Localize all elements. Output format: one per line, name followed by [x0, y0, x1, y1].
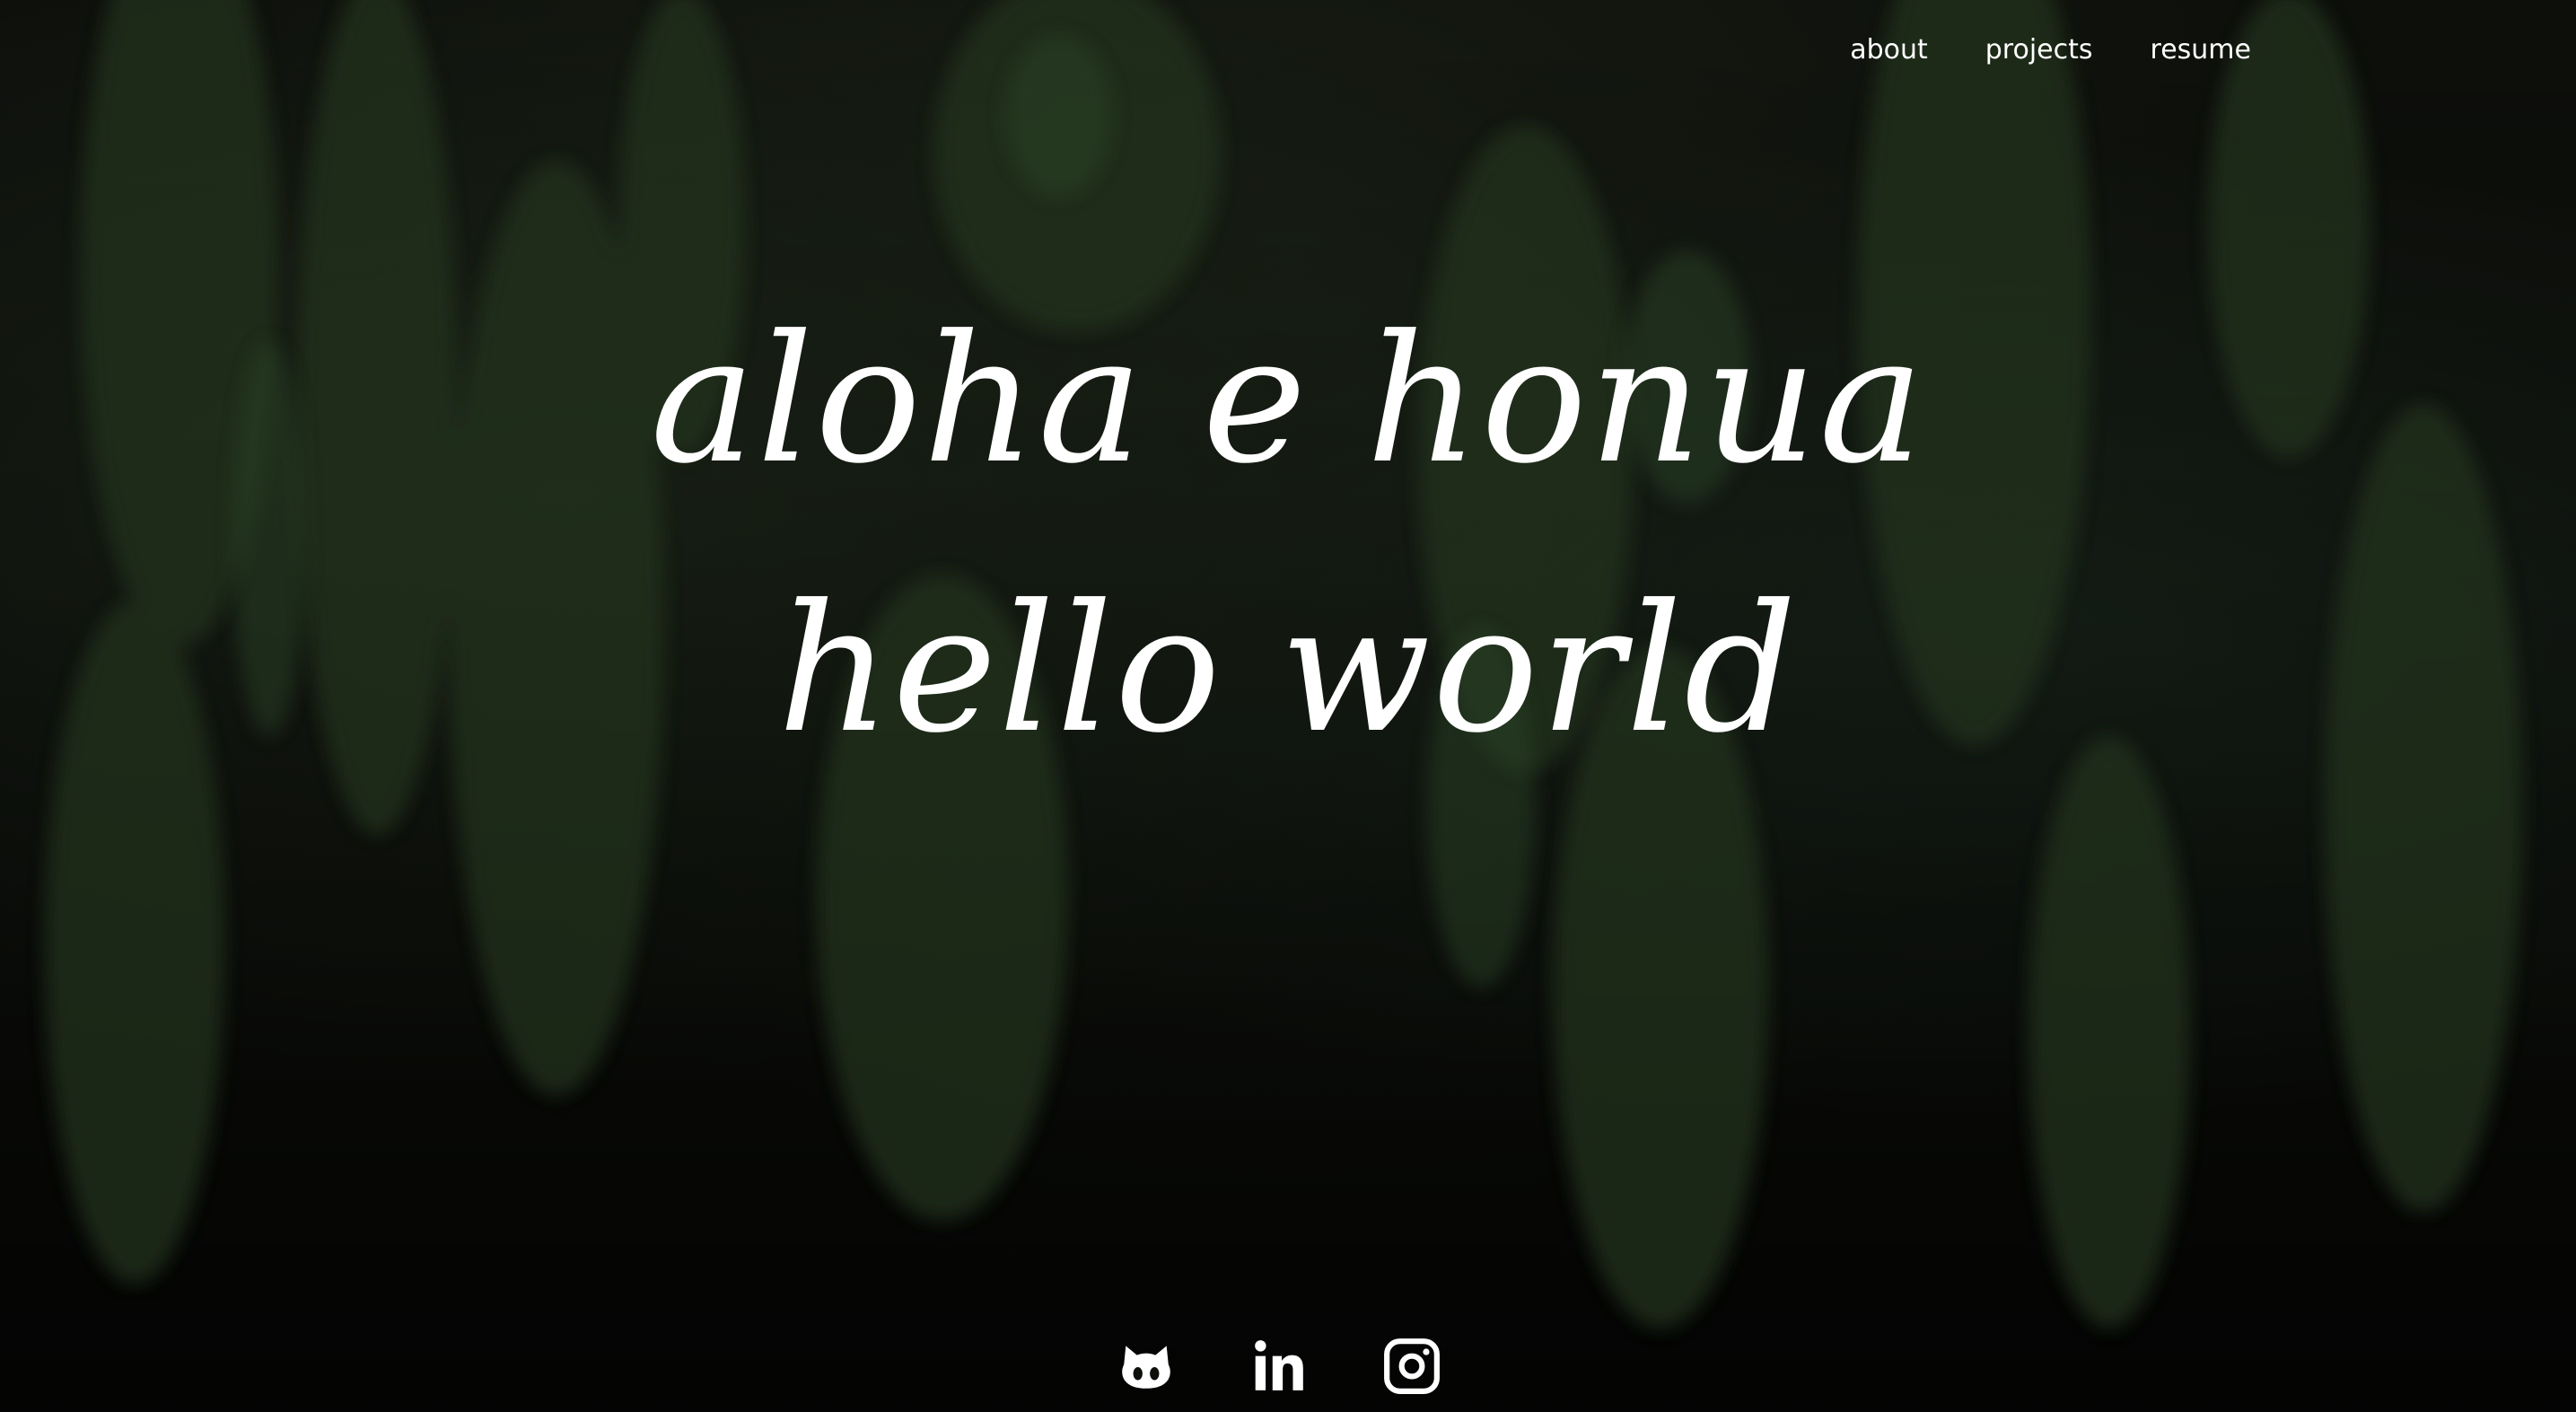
instagram-icon[interactable] [1382, 1337, 1441, 1396]
nav-link-about[interactable]: about [1850, 27, 1928, 74]
hero-heading-hawaiian: aloha e honua [650, 298, 1926, 503]
top-nav: about projects resume [1850, 27, 2251, 74]
hero-heading-english: hello world [777, 567, 1799, 772]
linkedin-icon[interactable] [1249, 1337, 1309, 1396]
page: about projects resume aloha e honua hell… [0, 0, 2576, 1412]
social-links [1117, 1337, 1441, 1396]
nav-link-resume[interactable]: resume [2151, 27, 2251, 74]
github-icon[interactable] [1117, 1337, 1176, 1396]
nav-link-projects[interactable]: projects [1985, 27, 2093, 74]
